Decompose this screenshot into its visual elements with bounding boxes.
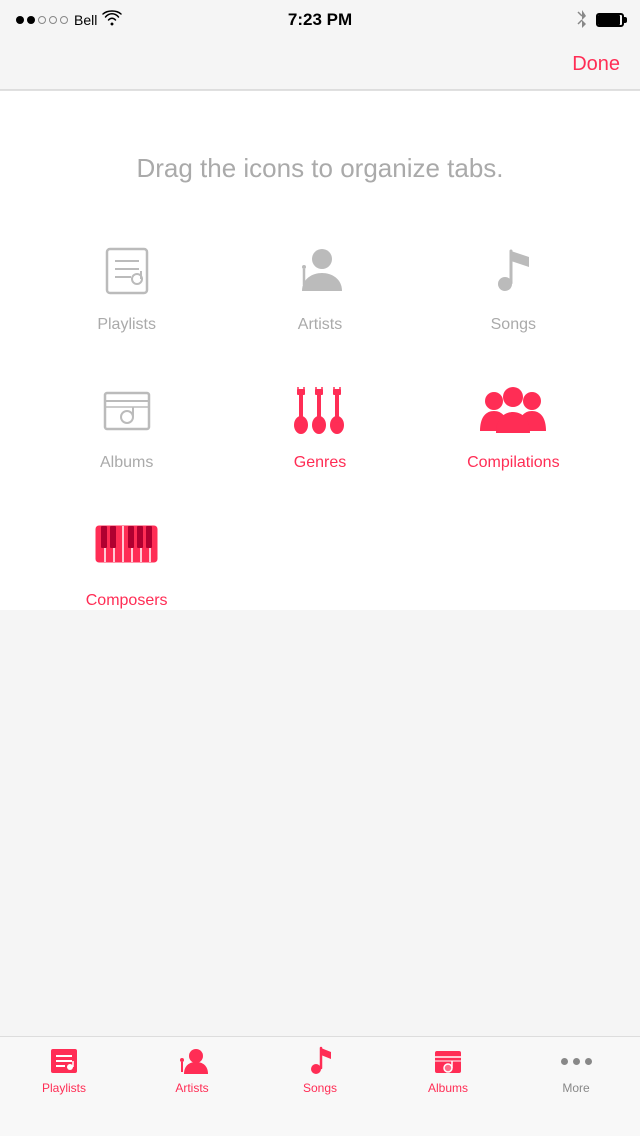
grid-item-playlists[interactable]: Playlists xyxy=(30,236,223,334)
composers-label: Composers xyxy=(86,592,168,610)
grid-item-songs[interactable]: Songs xyxy=(417,236,610,334)
status-bar: Bell 7:23 PM xyxy=(0,0,640,40)
tab-artists-label: Artists xyxy=(175,1081,208,1095)
tab-artists-icon xyxy=(176,1045,208,1077)
more-dot-2 xyxy=(573,1058,580,1065)
grid-item-albums[interactable]: Albums xyxy=(30,374,223,472)
albums-label: Albums xyxy=(100,454,153,472)
genres-label: Genres xyxy=(294,454,346,472)
artists-icon-wrapper xyxy=(285,236,355,306)
more-dot-1 xyxy=(561,1058,568,1065)
status-left: Bell xyxy=(16,11,121,29)
tab-albums[interactable]: Albums xyxy=(384,1045,512,1095)
tab-more[interactable]: More xyxy=(512,1045,640,1095)
tab-more-icon xyxy=(560,1045,592,1077)
bluetooth-icon xyxy=(576,10,588,31)
status-time: 7:23 PM xyxy=(288,10,352,30)
wifi-icon xyxy=(103,11,121,29)
tab-bar: Playlists Artists Songs xyxy=(0,1036,640,1136)
tab-albums-label: Albums xyxy=(428,1081,468,1095)
signal-dot-3 xyxy=(38,16,46,24)
header: Done xyxy=(0,40,640,90)
signal-dot-1 xyxy=(16,16,24,24)
signal-dot-5 xyxy=(60,16,68,24)
tab-songs[interactable]: Songs xyxy=(256,1045,384,1095)
carrier-label: Bell xyxy=(74,12,97,28)
grid-item-artists[interactable]: Artists xyxy=(223,236,416,334)
tab-playlists-label: Playlists xyxy=(42,1081,86,1095)
playlists-icon-wrapper xyxy=(92,236,162,306)
artists-label: Artists xyxy=(298,316,342,334)
composers-icon-wrapper xyxy=(92,512,162,582)
tab-songs-icon xyxy=(304,1045,336,1077)
icons-grid: Playlists Artists xyxy=(0,236,640,610)
signal-strength xyxy=(16,16,68,24)
compilations-icon-wrapper xyxy=(478,374,548,444)
tab-songs-label: Songs xyxy=(303,1081,337,1095)
albums-icon-wrapper xyxy=(92,374,162,444)
battery-fill xyxy=(598,15,620,25)
genres-icon-wrapper xyxy=(285,374,355,444)
battery-indicator xyxy=(596,13,624,27)
signal-dot-2 xyxy=(27,16,35,24)
songs-icon-wrapper xyxy=(478,236,548,306)
main-content: Drag the icons to organize tabs. Playlis… xyxy=(0,90,640,610)
tab-albums-icon xyxy=(432,1045,464,1077)
more-dot-3 xyxy=(585,1058,592,1065)
tab-playlists[interactable]: Playlists xyxy=(0,1045,128,1095)
instruction-text: Drag the icons to organize tabs. xyxy=(0,91,640,236)
playlists-label: Playlists xyxy=(97,316,156,334)
compilations-label: Compilations xyxy=(467,454,559,472)
signal-dot-4 xyxy=(49,16,57,24)
grid-item-genres[interactable]: Genres xyxy=(223,374,416,472)
songs-label: Songs xyxy=(491,316,536,334)
more-dots xyxy=(561,1045,592,1077)
grid-item-composers[interactable]: Composers xyxy=(30,512,223,610)
tab-artists[interactable]: Artists xyxy=(128,1045,256,1095)
status-right xyxy=(576,10,624,31)
tab-more-label: More xyxy=(562,1081,589,1095)
tab-playlists-icon xyxy=(48,1045,80,1077)
done-button[interactable]: Done xyxy=(572,53,620,76)
grid-item-compilations[interactable]: Compilations xyxy=(417,374,610,472)
